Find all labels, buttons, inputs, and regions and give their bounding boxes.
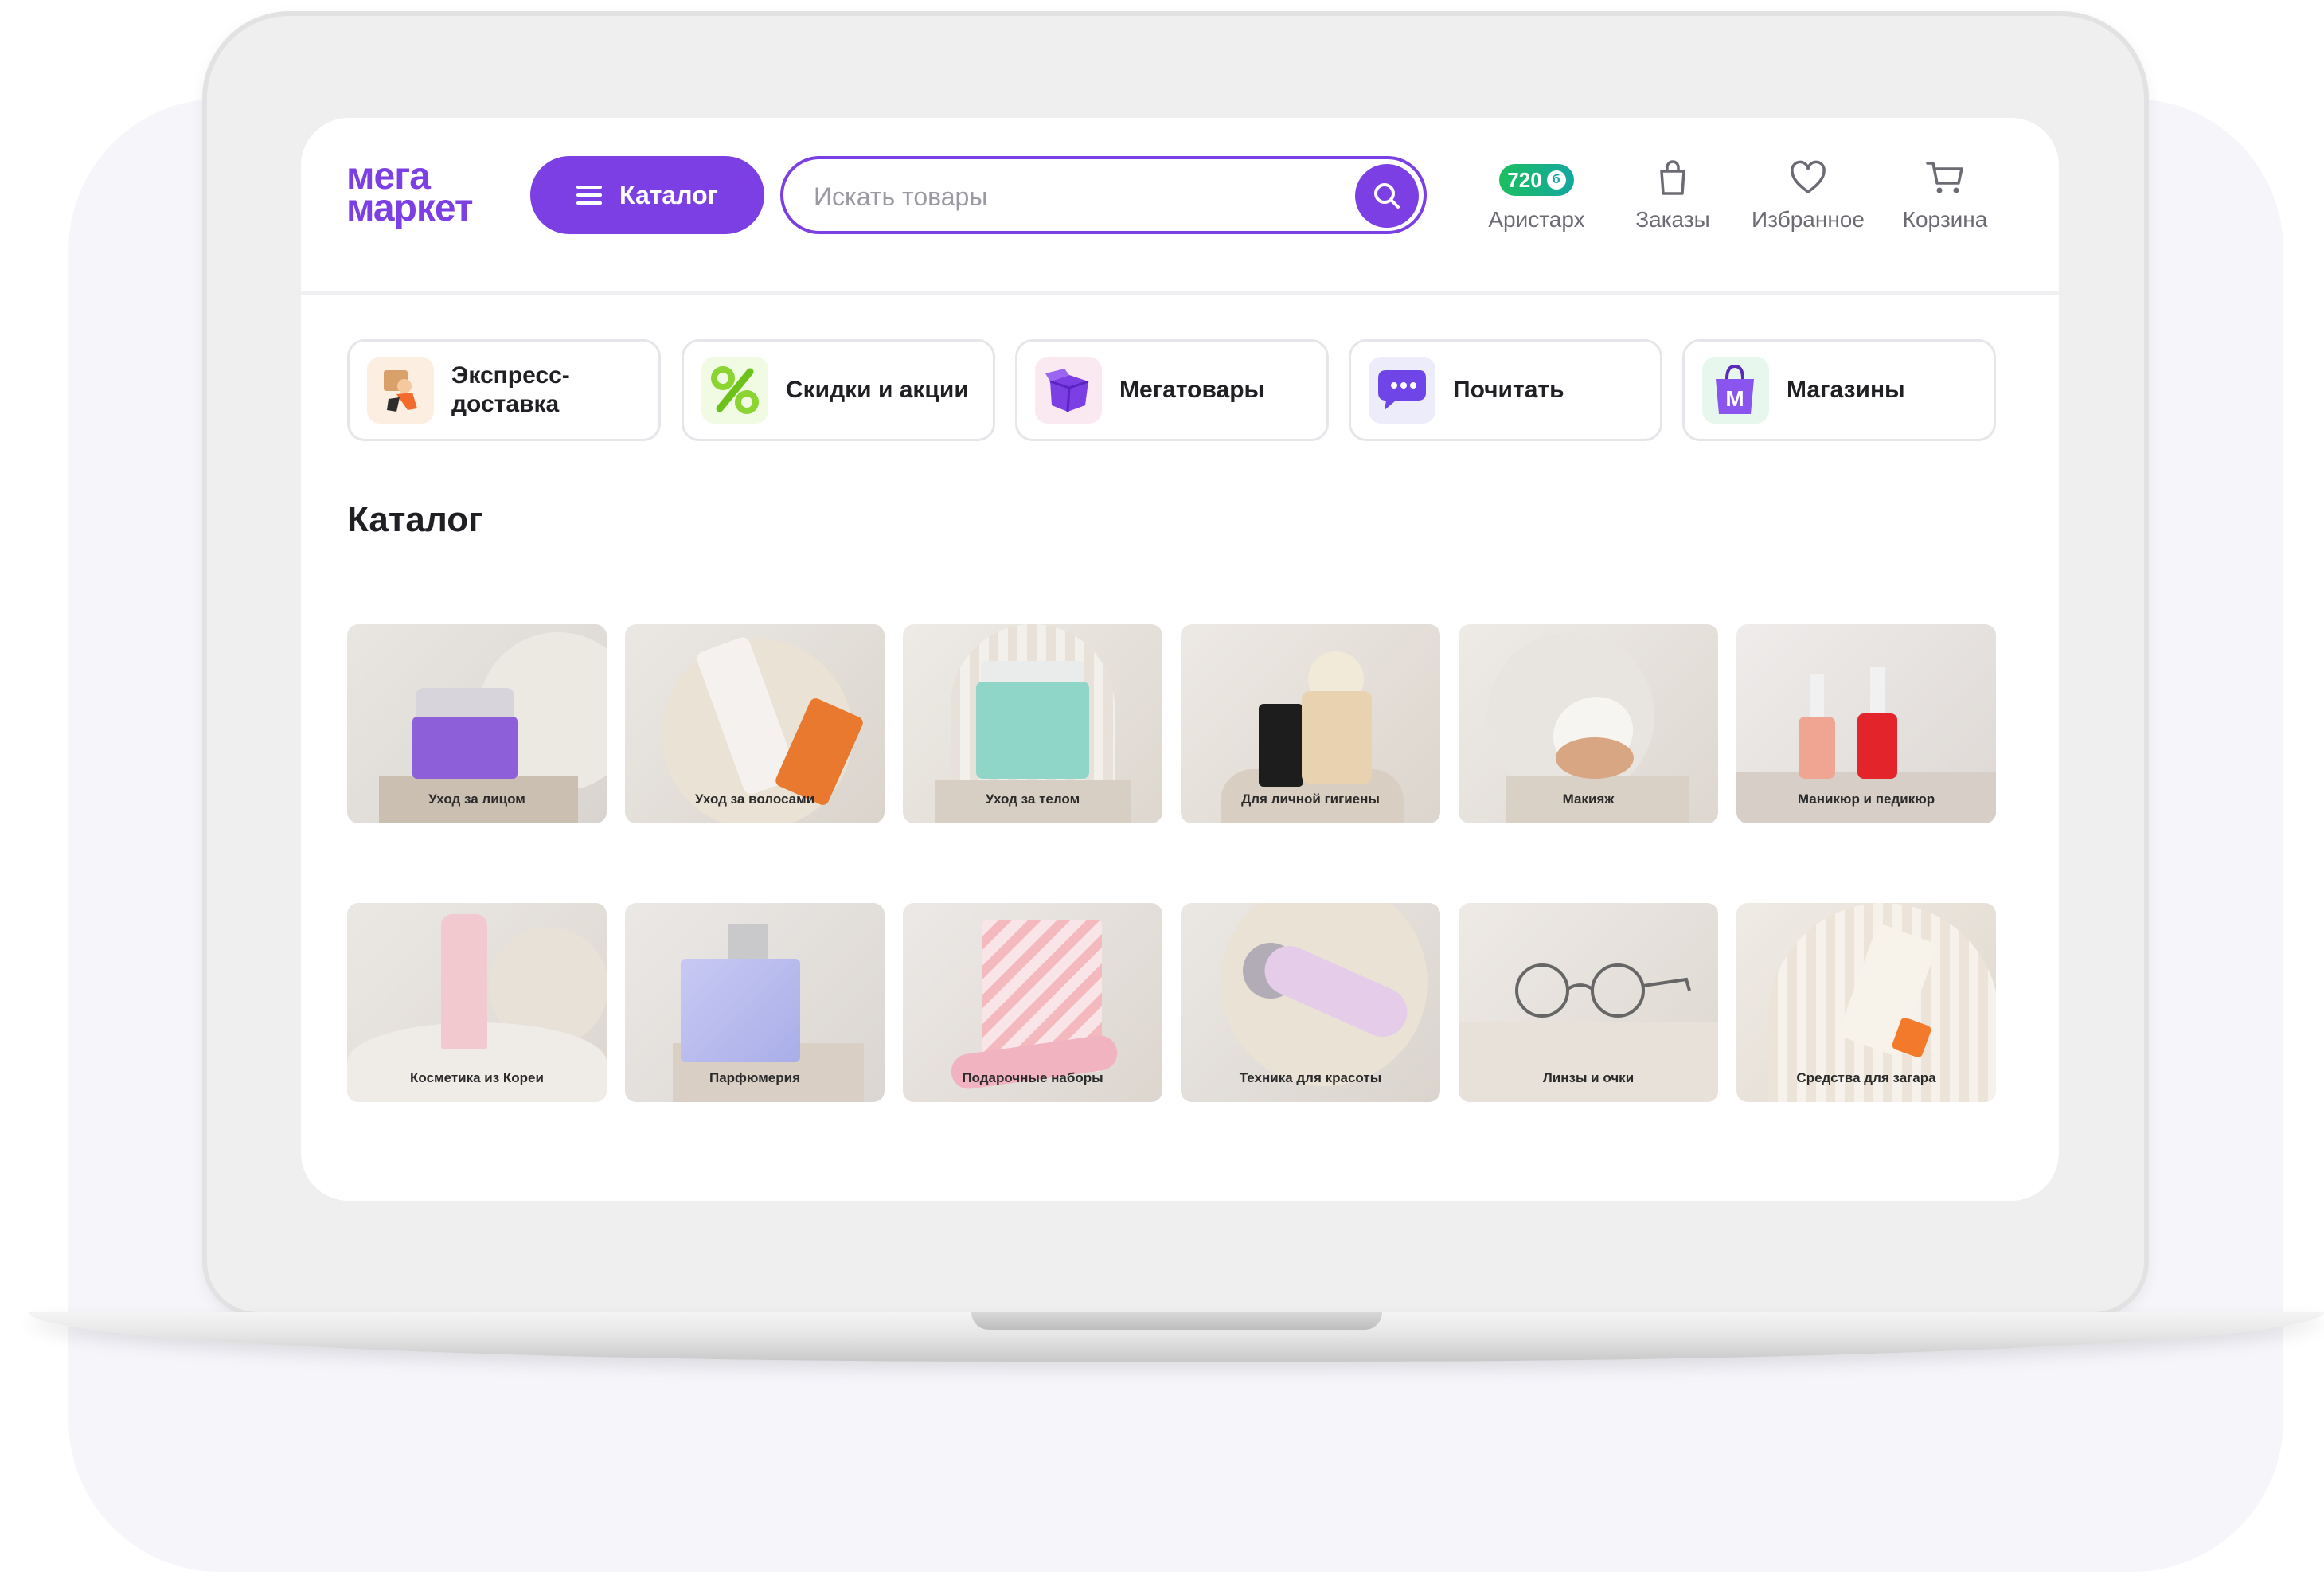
laptop-screen: мега маркет Каталог 720 б Ари: [301, 118, 2059, 1201]
tile-label: Для личной гигиены: [1241, 791, 1380, 807]
tile-label: Парфюмерия: [709, 1070, 800, 1085]
bb-tube: [441, 914, 487, 1049]
catalog-tile-lenses-glasses[interactable]: Линзы и очки: [1459, 903, 1718, 1102]
catalog-tile-body-care[interactable]: Уход за телом: [903, 624, 1162, 823]
bonus-coin-icon: б: [1546, 170, 1566, 190]
jar-body: [412, 717, 518, 779]
catalog-tile-gift-sets[interactable]: Подарочные наборы: [903, 903, 1162, 1102]
tile-label: Макияж: [1562, 791, 1615, 807]
tile-label: Техника для красоты: [1239, 1070, 1382, 1085]
svg-text:M: M: [1725, 386, 1744, 411]
catalog-tile-manicure[interactable]: Маникюр и педикюр: [1736, 624, 1996, 823]
catalog-tile-beauty-devices[interactable]: Техника для красоты: [1181, 903, 1440, 1102]
quick-link-read[interactable]: Почитать: [1349, 339, 1662, 441]
perfume-cap: [728, 924, 768, 963]
cart-icon: [1926, 162, 1963, 193]
logo-line-2: маркет: [346, 187, 473, 229]
catalog-tile-makeup[interactable]: Макияж: [1459, 624, 1718, 823]
catalog-tile-hair-care[interactable]: Уход за волосами: [625, 624, 885, 823]
profile-nav[interactable]: 720 б Аристарх: [1469, 156, 1604, 244]
tile-label: Линзы и очки: [1542, 1070, 1635, 1085]
catalog-tile-perfume[interactable]: Парфюмерия: [625, 903, 885, 1102]
tile-label: Средства для загара: [1796, 1070, 1936, 1085]
quick-link-label: Магазины: [1787, 377, 1905, 403]
roll-on-body: [1302, 691, 1372, 784]
polish-cap: [1870, 667, 1885, 717]
cart-label: Корзина: [1902, 207, 1988, 232]
quick-link-label: Почитать: [1453, 377, 1564, 403]
quick-link-stores[interactable]: M Магазины: [1682, 339, 1996, 441]
bonus-value: 720: [1507, 167, 1542, 192]
catalog-button-label: Каталог: [619, 180, 718, 209]
glasses-icon: [1515, 963, 1691, 1018]
bonus-badge: 720 б: [1499, 164, 1574, 196]
site-header: мега маркет Каталог 720 б Ари: [301, 118, 2059, 295]
quick-link-label: Мегатовары: [1119, 377, 1265, 403]
compact-powder: [1556, 737, 1634, 779]
polish-bottle-nude: [1799, 717, 1835, 779]
favorites-label: Избранное: [1752, 207, 1865, 232]
delivery-courier-icon: [367, 357, 434, 424]
search-bar: [780, 156, 1427, 234]
search-button[interactable]: [1355, 164, 1419, 228]
catalog-tile-hygiene[interactable]: Для личной гигиены: [1181, 624, 1440, 823]
perfume-bottle: [681, 959, 800, 1062]
jar-body: [976, 682, 1089, 779]
bag-icon: [1660, 160, 1685, 195]
quick-link-express-delivery[interactable]: Экспресс-доставка: [347, 339, 661, 441]
quick-link-label: Экспресс-доставка: [451, 362, 570, 417]
tile-label: Маникюр и педикюр: [1797, 791, 1935, 807]
tile-label: Подарочные наборы: [962, 1070, 1103, 1085]
catalog-tile-face-care[interactable]: Уход за лицом: [347, 624, 607, 823]
profile-label: Аристарх: [1488, 207, 1585, 232]
tile-label: Уход за волосами: [694, 791, 815, 807]
search-icon: [1374, 183, 1400, 209]
polish-bottle-red: [1857, 713, 1897, 779]
orders-nav[interactable]: Заказы: [1605, 156, 1740, 244]
catalog-heading: Каталог: [347, 500, 483, 539]
cart-nav[interactable]: Корзина: [1877, 156, 2013, 244]
tile-label: Уход за лицом: [428, 791, 525, 807]
shopping-bag-icon: M: [1702, 357, 1769, 424]
tile-label: Косметика из Кореи: [410, 1070, 544, 1085]
quick-link-megagoods[interactable]: Мегатовары: [1015, 339, 1329, 441]
chat-bubble-icon: [1369, 357, 1435, 424]
catalog-tile-sun-care[interactable]: Средства для загара: [1736, 903, 1996, 1102]
deodorant-cap: [1259, 704, 1303, 787]
box-icon: [1035, 357, 1102, 424]
favorites-nav[interactable]: Избранное: [1740, 156, 1876, 244]
catalog-tile-korean-cosmetics[interactable]: Косметика из Кореи: [347, 903, 607, 1102]
quick-link-label: Скидки и акции: [786, 377, 969, 403]
jar-lid: [416, 688, 514, 718]
tile-label: Уход за телом: [985, 791, 1080, 807]
menu-icon: [576, 186, 603, 205]
quick-link-discounts[interactable]: Скидки и акции: [682, 339, 995, 441]
megamarket-logo[interactable]: мега маркет: [346, 158, 473, 229]
percent-icon: [701, 357, 768, 424]
heart-icon: [1791, 160, 1826, 193]
laptop-notch: [971, 1312, 1382, 1330]
polish-cap: [1810, 674, 1824, 718]
catalog-button[interactable]: Каталог: [530, 156, 764, 234]
search-input[interactable]: [812, 175, 1341, 218]
orders-label: Заказы: [1635, 207, 1710, 232]
